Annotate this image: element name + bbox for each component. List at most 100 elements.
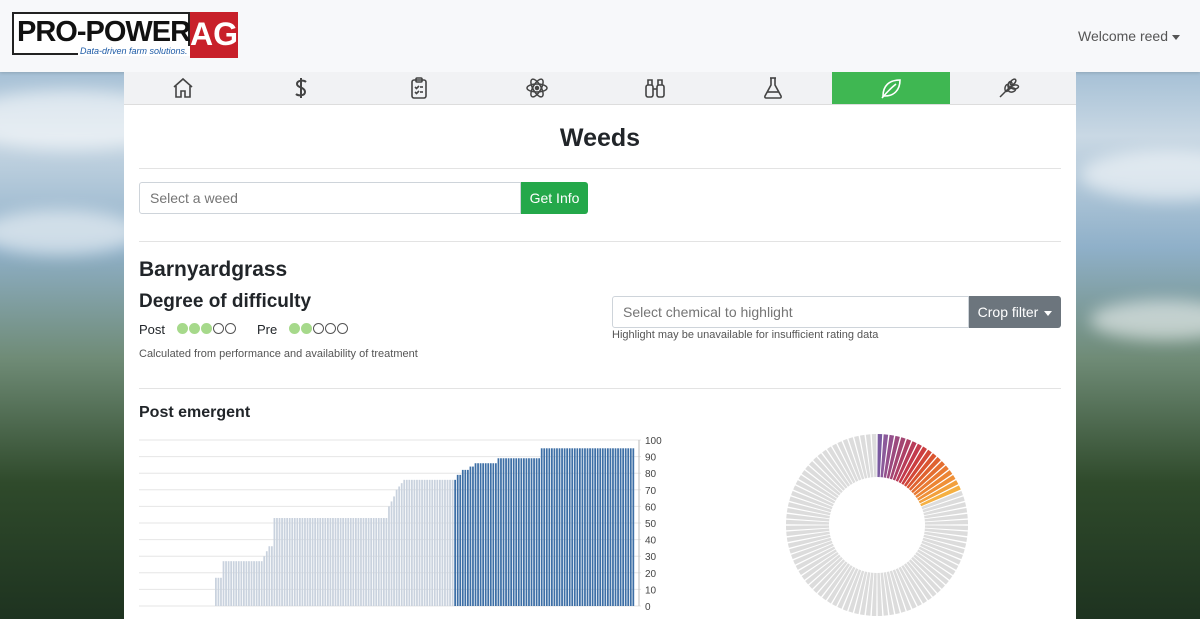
- tab-scouting[interactable]: [596, 72, 714, 104]
- bar[interactable]: [304, 518, 306, 606]
- bar[interactable]: [446, 479, 449, 606]
- bar[interactable]: [449, 479, 451, 606]
- bar[interactable]: [464, 469, 467, 606]
- bar[interactable]: [248, 561, 250, 606]
- bar[interactable]: [227, 561, 230, 606]
- bar[interactable]: [357, 518, 360, 606]
- bar[interactable]: [411, 479, 413, 606]
- bar[interactable]: [579, 448, 581, 606]
- bar[interactable]: [253, 561, 255, 606]
- bar[interactable]: [352, 518, 355, 606]
- bar[interactable]: [245, 561, 248, 606]
- bar[interactable]: [599, 448, 602, 606]
- bar[interactable]: [250, 561, 253, 606]
- bar[interactable]: [561, 448, 563, 606]
- bar[interactable]: [431, 479, 434, 606]
- bar[interactable]: [370, 518, 373, 606]
- tab-finance[interactable]: [242, 72, 360, 104]
- bar[interactable]: [467, 469, 469, 606]
- bar[interactable]: [520, 458, 523, 606]
- bar[interactable]: [538, 458, 541, 606]
- bar[interactable]: [436, 479, 439, 606]
- bar[interactable]: [497, 458, 500, 606]
- bar[interactable]: [469, 466, 472, 606]
- bar[interactable]: [441, 479, 444, 606]
- bar[interactable]: [566, 448, 569, 606]
- bar[interactable]: [428, 479, 431, 606]
- bar[interactable]: [629, 448, 632, 606]
- brand-logo[interactable]: PRO-POWER AG Data-driven farm solutions.: [12, 12, 240, 60]
- bar[interactable]: [556, 448, 558, 606]
- bar[interactable]: [596, 448, 599, 606]
- bar[interactable]: [265, 551, 268, 606]
- bar[interactable]: [393, 496, 395, 606]
- bar[interactable]: [309, 518, 311, 606]
- bar[interactable]: [589, 448, 591, 606]
- bar[interactable]: [349, 518, 352, 606]
- bar[interactable]: [451, 479, 454, 606]
- bar[interactable]: [528, 458, 530, 606]
- bar[interactable]: [273, 518, 276, 606]
- bar[interactable]: [286, 518, 289, 606]
- bar[interactable]: [276, 518, 278, 606]
- bar[interactable]: [612, 448, 614, 606]
- bar[interactable]: [540, 448, 543, 606]
- crop-filter-button[interactable]: Crop filter: [969, 296, 1061, 328]
- bar[interactable]: [609, 448, 612, 606]
- bar[interactable]: [479, 463, 482, 606]
- get-info-button[interactable]: Get Info: [521, 182, 588, 214]
- bar[interactable]: [507, 458, 510, 606]
- bar[interactable]: [454, 479, 457, 606]
- bar[interactable]: [558, 448, 561, 606]
- bar[interactable]: [301, 518, 304, 606]
- bar[interactable]: [517, 458, 520, 606]
- bar[interactable]: [584, 448, 586, 606]
- bar[interactable]: [375, 518, 378, 606]
- bar[interactable]: [398, 486, 401, 606]
- bar[interactable]: [617, 448, 619, 606]
- bar[interactable]: [512, 458, 515, 606]
- bar[interactable]: [380, 518, 383, 606]
- user-menu[interactable]: Welcome reed: [1078, 28, 1180, 44]
- bar[interactable]: [523, 458, 525, 606]
- bar[interactable]: [332, 518, 334, 606]
- bar[interactable]: [299, 518, 301, 606]
- bar[interactable]: [367, 518, 370, 606]
- bar[interactable]: [263, 556, 266, 606]
- bar[interactable]: [400, 483, 403, 606]
- bar[interactable]: [217, 577, 220, 606]
- bar[interactable]: [296, 518, 299, 606]
- bar[interactable]: [477, 463, 479, 606]
- bar[interactable]: [339, 518, 342, 606]
- bar[interactable]: [553, 448, 556, 606]
- bar[interactable]: [423, 479, 426, 606]
- bar[interactable]: [487, 463, 490, 606]
- bar[interactable]: [360, 518, 362, 606]
- bar[interactable]: [421, 479, 423, 606]
- bar[interactable]: [510, 458, 513, 606]
- bar[interactable]: [535, 458, 538, 606]
- bar[interactable]: [607, 448, 609, 606]
- bar[interactable]: [268, 546, 271, 606]
- bar[interactable]: [482, 463, 485, 606]
- bar[interactable]: [362, 518, 365, 606]
- tab-weeds[interactable]: [832, 72, 950, 104]
- bar[interactable]: [515, 458, 518, 606]
- bar[interactable]: [416, 479, 418, 606]
- bar[interactable]: [632, 448, 635, 606]
- bar[interactable]: [581, 448, 584, 606]
- bar[interactable]: [439, 479, 441, 606]
- bar[interactable]: [232, 561, 235, 606]
- bar[interactable]: [461, 469, 464, 606]
- bar[interactable]: [601, 448, 604, 606]
- bar[interactable]: [243, 561, 245, 606]
- bar[interactable]: [576, 448, 579, 606]
- bar[interactable]: [586, 448, 589, 606]
- bar[interactable]: [426, 479, 429, 606]
- tab-chemicals[interactable]: [714, 72, 832, 104]
- bar[interactable]: [533, 458, 535, 606]
- bar[interactable]: [459, 474, 462, 606]
- bar[interactable]: [235, 561, 238, 606]
- bar[interactable]: [324, 518, 327, 606]
- bar[interactable]: [372, 518, 375, 606]
